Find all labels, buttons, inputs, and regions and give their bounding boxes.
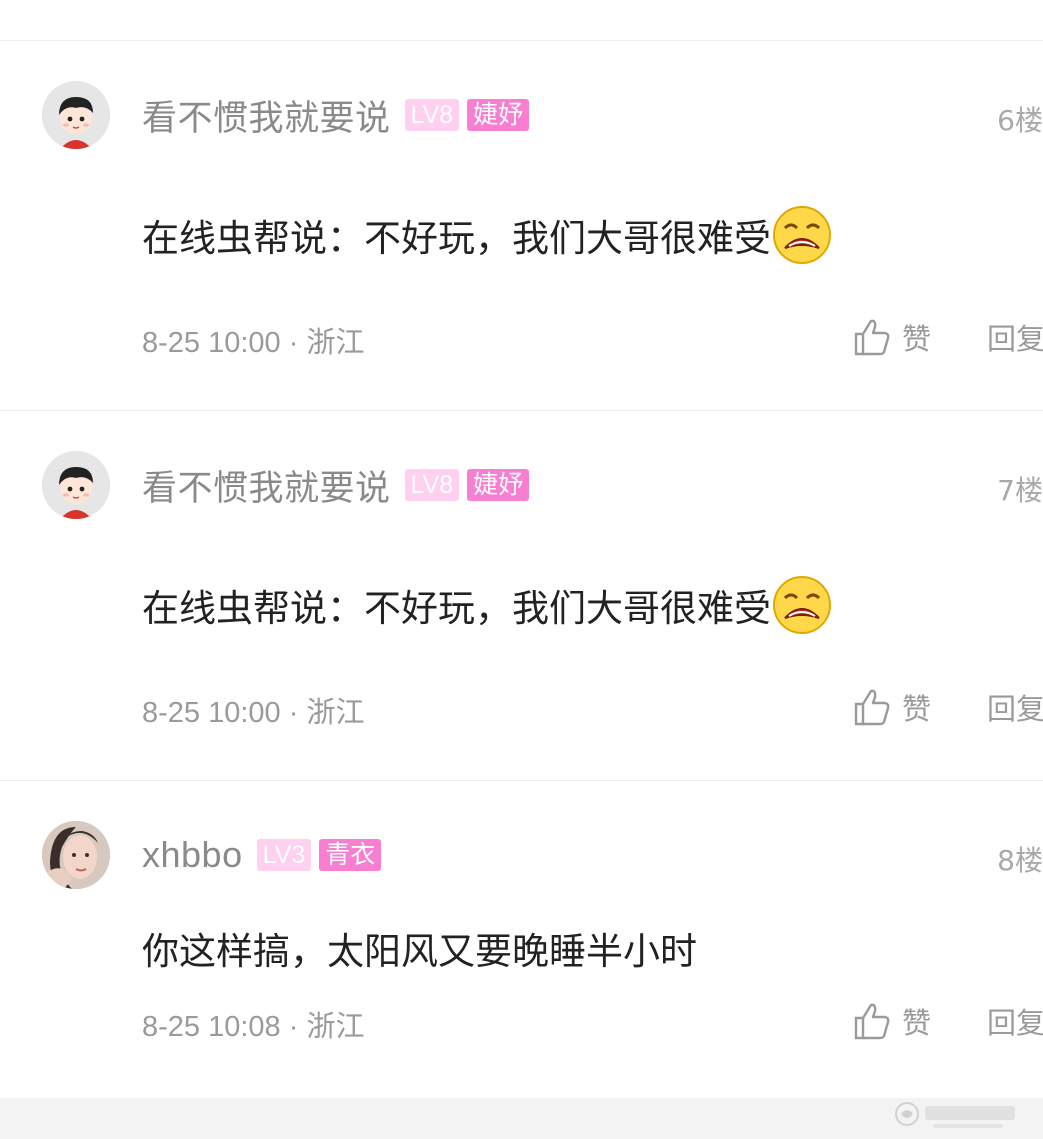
like-button[interactable]: 赞: [854, 316, 931, 358]
comment-content: 在线虫帮说：不好玩，我们大哥很难受: [142, 204, 833, 266]
floor-number: 6楼: [997, 104, 1043, 137]
comment-content: 在线虫帮说：不好玩，我们大哥很难受: [142, 574, 833, 636]
comment-actions: 赞 回复: [854, 685, 1043, 729]
comment-meta: 8-25 10:00 · 浙江: [142, 327, 365, 359]
comment-content: 你这样搞，太阳风又要晚睡半小时: [142, 921, 697, 975]
floor-number: 7楼: [997, 474, 1043, 507]
level-badge: LV3: [256, 839, 312, 871]
thumbs-up-icon: [854, 319, 890, 356]
title-badge: 青衣: [319, 839, 382, 871]
comment-actions: 赞 回复: [854, 315, 1043, 359]
comment-header: 看不惯我就要说 LV8 婕妤: [142, 463, 530, 509]
avatar[interactable]: [42, 821, 110, 889]
reply-button[interactable]: 回复: [987, 1000, 1043, 1042]
thumbs-up-icon: [854, 689, 890, 726]
like-label: 赞: [901, 692, 931, 726]
like-label: 赞: [901, 1006, 931, 1040]
avatar[interactable]: [42, 81, 110, 149]
comment-header: xhbbo LV3 青衣: [142, 833, 382, 877]
comment-item: 看不惯我就要说 LV8 婕妤 7楼 在线虫帮说：不好玩，我们大哥很难受 8-25…: [0, 411, 1043, 781]
floor-number: 8楼: [997, 844, 1043, 877]
username[interactable]: 看不惯我就要说: [142, 90, 391, 141]
top-divider: [0, 0, 1043, 41]
reply-button[interactable]: 回复: [987, 316, 1043, 358]
comment-text: 你这样搞，太阳风又要晚睡半小时: [142, 930, 697, 973]
footer-bar: [0, 1098, 1043, 1139]
reply-button[interactable]: 回复: [987, 686, 1043, 728]
comment-item: 看不惯我就要说 LV8 婕妤 6楼 在线虫帮说：不好玩，我们大哥很难受 8-25…: [0, 41, 1043, 411]
comment-actions: 赞 回复: [854, 999, 1043, 1043]
like-label: 赞: [901, 322, 931, 356]
cartoon-boy-avatar-icon: [42, 81, 110, 149]
avatar[interactable]: [42, 451, 110, 519]
username[interactable]: xhbbo: [142, 834, 243, 876]
comment-header: 看不惯我就要说 LV8 婕妤: [142, 93, 530, 139]
comment-text: 在线虫帮说：不好玩，我们大哥很难受: [142, 217, 771, 260]
title-badge: 婕妤: [467, 99, 530, 131]
level-badge: LV8: [404, 99, 460, 131]
like-button[interactable]: 赞: [854, 686, 931, 728]
comment-meta: 8-25 10:08 · 浙江: [142, 1011, 365, 1043]
title-badge: 婕妤: [467, 469, 530, 501]
like-button[interactable]: 赞: [854, 1000, 931, 1042]
cartoon-boy-avatar-icon: [42, 451, 110, 519]
crying-emoji-icon: [773, 206, 831, 264]
comment-item: xhbbo LV3 青衣 8楼 你这样搞，太阳风又要晚睡半小时 8-25 10:…: [0, 781, 1043, 1097]
level-badge: LV8: [404, 469, 460, 501]
watermark-logo-icon: [895, 1102, 1015, 1128]
username[interactable]: 看不惯我就要说: [142, 460, 391, 511]
thumbs-up-icon: [854, 1003, 890, 1040]
crying-emoji-icon: [773, 576, 831, 634]
photo-avatar-icon: [42, 821, 110, 889]
comment-meta: 8-25 10:00 · 浙江: [142, 697, 365, 729]
comment-text: 在线虫帮说：不好玩，我们大哥很难受: [142, 587, 771, 630]
